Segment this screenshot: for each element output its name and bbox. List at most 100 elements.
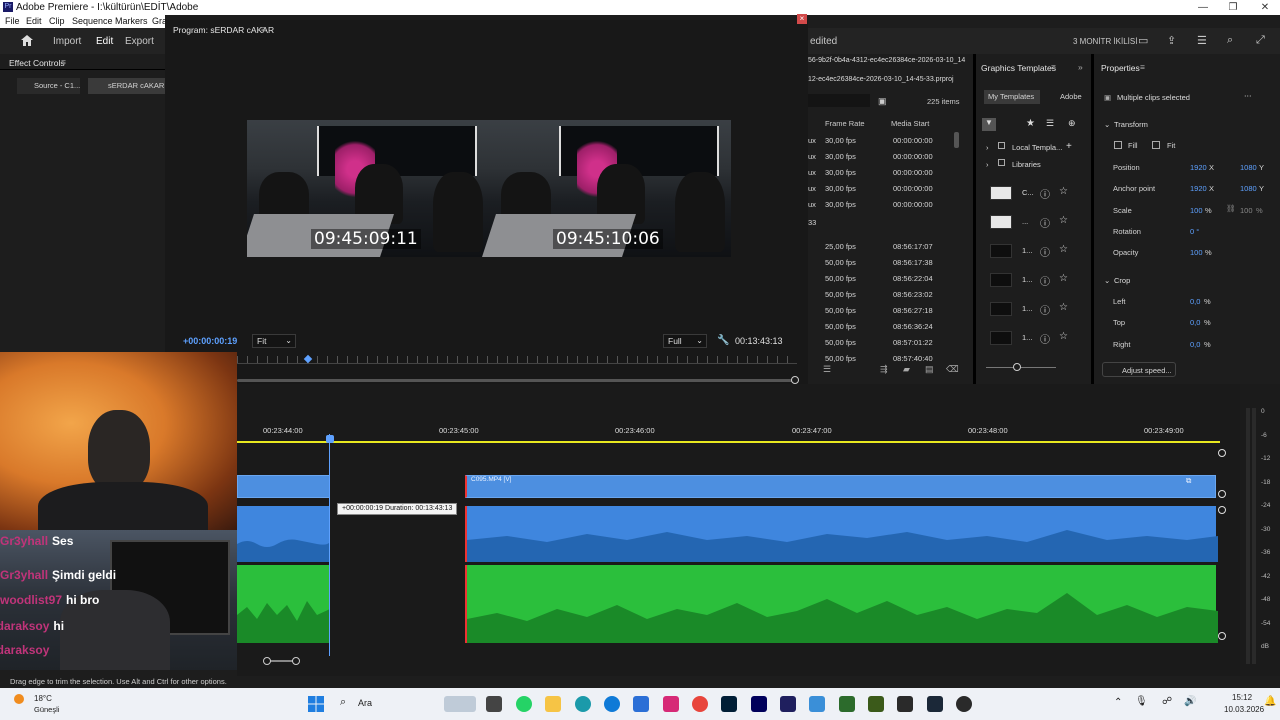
playhead-timecode[interactable]: +00:00:00:19 <box>183 336 237 346</box>
quality-dropdown[interactable]: Full ⌄ <box>663 334 707 348</box>
fit-dropdown[interactable]: Fit ⌄ <box>252 334 296 348</box>
chevron-down-icon[interactable]: ⌄ <box>1104 276 1110 285</box>
nav-import[interactable]: Import <box>53 36 81 47</box>
info-icon[interactable]: ⓘ <box>1040 273 1050 288</box>
effect-controls-title[interactable]: Effect Controls <box>9 58 65 68</box>
add-icon[interactable]: + <box>1066 141 1072 152</box>
project-row[interactable]: ux 30,00 fps 00:00:00:00 <box>808 168 953 180</box>
chevron-right-icon[interactable]: › <box>986 160 989 169</box>
wrench-icon[interactable]: 🔧 <box>717 335 729 346</box>
file-explorer-icon[interactable] <box>545 696 561 712</box>
audio-clip-a1[interactable] <box>237 506 330 562</box>
monitor-zoom-bar[interactable] <box>237 379 797 382</box>
panel-menu-icon[interactable]: ≡ <box>1051 62 1056 72</box>
project-row[interactable]: 50,00 fps 08:56:17:38 <box>808 258 953 270</box>
new-item-icon[interactable]: ▤ <box>925 364 934 375</box>
notifications-icon[interactable]: 🔔 <box>1264 696 1276 707</box>
app-icon[interactable] <box>868 696 884 712</box>
position-x[interactable]: 1920 <box>1190 163 1207 172</box>
template-item[interactable]: C... ⓘ ☆ <box>990 186 1085 202</box>
thumbnail-size-slider[interactable] <box>986 367 1056 368</box>
tab-adobe[interactable]: Adobe <box>1044 90 1091 104</box>
video-clip[interactable] <box>237 475 330 498</box>
fill-label[interactable]: Fill <box>1128 141 1138 150</box>
fill-icon[interactable] <box>1114 141 1122 149</box>
local-templates[interactable]: Local Templa... <box>1012 143 1062 152</box>
media-encoder-icon[interactable] <box>780 696 796 712</box>
opacity-value[interactable]: 100 <box>1190 248 1203 257</box>
chevron-up-icon[interactable]: ⌃ <box>1114 697 1122 708</box>
col-frame-rate[interactable]: Frame Rate <box>825 119 865 128</box>
track-handle[interactable] <box>1218 449 1226 457</box>
track-handle[interactable] <box>1218 490 1226 498</box>
windows-start-icon[interactable] <box>308 696 324 712</box>
project-row[interactable]: 50,00 fps 08:57:01:22 <box>808 338 953 350</box>
project-row[interactable]: ux 30,00 fps 00:00:00:00 <box>808 152 953 164</box>
taskbar-search[interactable]: Ara <box>358 698 372 708</box>
tab-my-templates[interactable]: My Templates <box>984 90 1040 104</box>
zoom-icon[interactable]: ⌕ <box>1227 34 1233 47</box>
panel-menu-icon[interactable]: ≡ <box>61 57 66 67</box>
project-row[interactable]: ux 30,00 fps 00:00:00:00 <box>808 200 953 212</box>
search-icon[interactable]: ⌕ <box>340 696 346 709</box>
steam-icon[interactable] <box>927 696 943 712</box>
star-icon[interactable]: ★ <box>1026 118 1035 129</box>
project-row[interactable]: 50,00 fps 08:56:36:24 <box>808 322 953 334</box>
track-handle[interactable] <box>1218 632 1226 640</box>
timeline-playhead[interactable] <box>329 434 330 656</box>
list-icon[interactable]: ☰ <box>1046 118 1054 129</box>
store-icon[interactable] <box>633 696 649 712</box>
panel-divider[interactable] <box>1091 54 1094 384</box>
fit-label[interactable]: Fit <box>1167 141 1175 150</box>
panel-icon[interactable]: ▭ <box>1138 34 1148 47</box>
panel-divider[interactable] <box>973 54 976 384</box>
bin-icon[interactable]: ▣ <box>878 96 887 107</box>
graphics-templates-title[interactable]: Graphics Templates <box>981 63 1056 73</box>
program-monitor-title[interactable]: Program: sERDAR cAKAR <box>173 25 274 35</box>
trash-icon[interactable]: ⌫ <box>946 364 959 375</box>
premiere-icon[interactable] <box>751 696 767 712</box>
crop-top-value[interactable]: 0,0 <box>1190 318 1200 327</box>
weather-desc[interactable]: Güneşli <box>34 705 59 714</box>
search-highlight-icon[interactable] <box>444 696 476 712</box>
menu-markers[interactable]: Markers <box>115 16 148 26</box>
scale-value[interactable]: 100 <box>1190 206 1203 215</box>
project-row[interactable]: 50,00 fps 08:56:27:18 <box>808 306 953 318</box>
weather-icon[interactable] <box>14 694 24 704</box>
app-icon[interactable] <box>809 696 825 712</box>
crop-heading[interactable]: Crop <box>1114 276 1130 285</box>
slider-handle[interactable] <box>1013 363 1021 371</box>
clock-date[interactable]: 10.03.2026 <box>1224 705 1264 714</box>
edge-icon[interactable] <box>604 696 620 712</box>
clock-time[interactable]: 15:12 <box>1232 693 1252 702</box>
project-row[interactable]: ux 30,00 fps 00:00:00:00 <box>808 136 953 148</box>
fit-icon[interactable] <box>1152 141 1160 149</box>
info-icon[interactable]: ⓘ <box>1040 302 1050 317</box>
app-icon[interactable] <box>575 696 591 712</box>
template-item[interactable]: 1... ⓘ ☆ <box>990 244 1085 260</box>
favorite-star-icon[interactable]: ☆ <box>1059 331 1068 342</box>
libraries-checkbox[interactable] <box>998 159 1005 166</box>
network-icon[interactable]: ☍ <box>1162 696 1172 707</box>
close-icon[interactable]: ✕ <box>1250 0 1280 15</box>
chrome-icon[interactable] <box>692 696 708 712</box>
instagram-icon[interactable] <box>663 696 679 712</box>
panel-overflow-icon[interactable]: » <box>1078 62 1083 72</box>
playhead-handle[interactable] <box>326 435 334 443</box>
new-folder-icon[interactable]: ⊕ <box>1068 118 1076 129</box>
project-row[interactable]: 50,00 fps 08:56:23:02 <box>808 290 953 302</box>
col-media-start[interactable]: Media Start <box>891 119 929 128</box>
info-icon[interactable]: ⓘ <box>1040 215 1050 230</box>
favorite-star-icon[interactable]: ☆ <box>1059 186 1068 197</box>
tab-source[interactable]: Source - C1... <box>17 78 80 94</box>
position-y[interactable]: 1080 <box>1240 163 1257 172</box>
libraries[interactable]: Libraries <box>1012 160 1041 169</box>
template-item[interactable]: 1... ⓘ ☆ <box>990 331 1085 347</box>
video-clip-selected[interactable]: C095.MP4 [V] ⧉ <box>465 475 1216 498</box>
template-item[interactable]: ... ⓘ ☆ <box>990 215 1085 231</box>
new-bin-icon[interactable]: ▰ <box>903 364 910 375</box>
whatsapp-icon[interactable] <box>516 696 532 712</box>
menu-clip[interactable]: Clip <box>49 16 65 26</box>
transform-heading[interactable]: Transform <box>1114 120 1148 129</box>
work-area-bar[interactable] <box>237 441 1220 443</box>
